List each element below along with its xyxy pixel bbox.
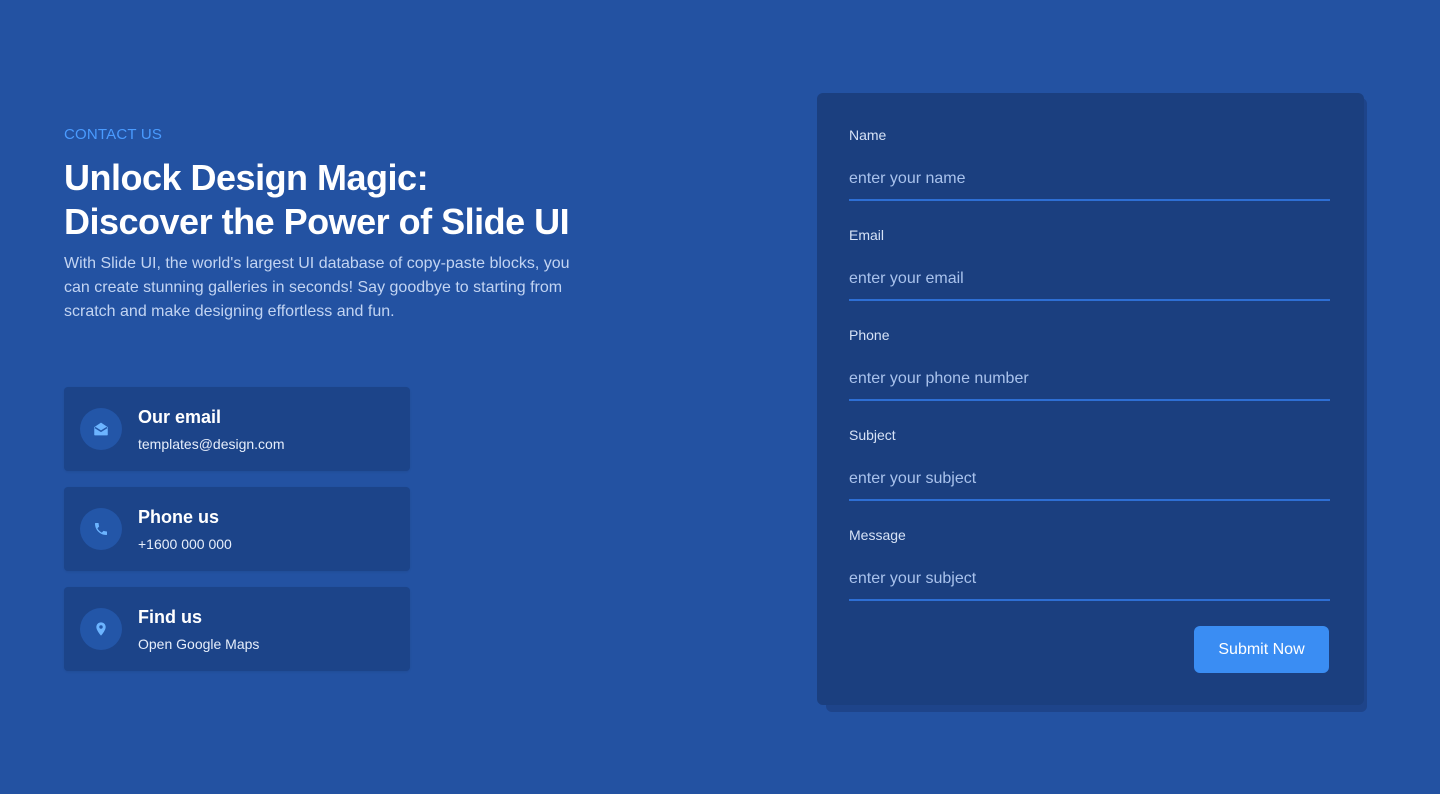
contact-card-title: Our email	[138, 406, 222, 427]
name-input[interactable]	[849, 159, 1330, 201]
hero-section: CONTACT US Unlock Design Magic: Discover…	[64, 126, 624, 324]
envelope-icon	[80, 408, 122, 450]
phone-icon	[80, 508, 122, 550]
contact-page: CONTACT US Unlock Design Magic: Discover…	[0, 0, 1440, 794]
section-eyebrow: CONTACT US	[64, 126, 163, 143]
email-field: Email	[849, 227, 1330, 327]
contact-form: Name Email Phone Subject Message Submit …	[817, 93, 1364, 705]
contact-card-value: Open Google Maps	[138, 635, 260, 652]
name-field: Name	[849, 127, 1330, 227]
subject-field: Subject	[849, 427, 1330, 527]
message-label: Message	[849, 527, 906, 543]
contact-card-title: Phone us	[138, 506, 220, 527]
contact-card-value: +1600 000 000	[138, 535, 232, 552]
contact-card-value: templates@design.com	[138, 435, 285, 452]
email-label: Email	[849, 227, 885, 243]
email-input[interactable]	[849, 259, 1330, 301]
page-title: Unlock Design Magic: Discover the Power …	[64, 156, 624, 244]
page-title-line-2: Discover the Power of Slide UI	[64, 201, 570, 242]
page-title-line-1: Unlock Design Magic:	[64, 157, 429, 198]
name-label: Name	[849, 127, 887, 143]
contact-card-phone[interactable]: Phone us +1600 000 000	[64, 487, 410, 571]
message-field: Message	[849, 527, 1330, 627]
message-input[interactable]	[849, 559, 1330, 601]
hero-description: With Slide UI, the world's largest UI da…	[64, 255, 570, 320]
contact-card-email[interactable]: Our email templates@design.com	[64, 387, 410, 471]
subject-label: Subject	[849, 427, 896, 443]
contact-card-location[interactable]: Find us Open Google Maps	[64, 587, 410, 671]
subject-input[interactable]	[849, 459, 1330, 501]
map-pin-icon	[80, 608, 122, 650]
submit-button[interactable]: Submit Now	[1194, 626, 1329, 673]
contact-card-title: Find us	[138, 606, 202, 627]
contact-cards: Our email templates@design.com Phone us …	[64, 387, 410, 687]
phone-input[interactable]	[849, 359, 1330, 401]
phone-label: Phone	[849, 327, 890, 343]
phone-field: Phone	[849, 327, 1330, 427]
